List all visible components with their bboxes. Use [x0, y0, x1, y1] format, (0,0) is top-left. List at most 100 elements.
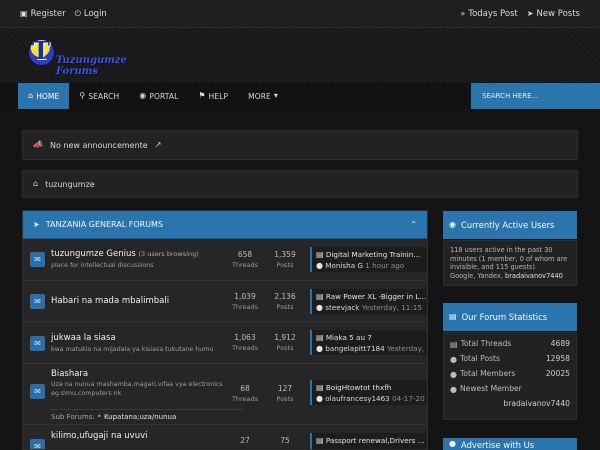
last-post-title[interactable]: Digital Marketing Trainin...	[326, 250, 420, 259]
category-header[interactable]: ➤ TANZANIA GENERAL FORUMS ⌃	[23, 211, 427, 239]
thread-count: 1,039 Threads	[225, 292, 265, 312]
globe-icon: ◉	[139, 91, 147, 100]
document-icon: ▤	[316, 250, 324, 259]
active-member-link[interactable]: bradaivanov7440	[505, 272, 563, 280]
home-icon: ⌂	[28, 91, 34, 100]
logo-letter: T	[32, 36, 50, 65]
double-chevron-right-icon: »	[460, 8, 466, 18]
subforums-label: Sub Forums:	[51, 413, 95, 421]
newest-member-link[interactable]: bradaivanov7440	[503, 400, 570, 409]
last-post[interactable]: ▤ Passport renewal,Drivers ...	[310, 433, 427, 449]
browsing-count: (3 users browsing)	[138, 250, 199, 258]
last-post[interactable]: ▤ BoigHtowtot thxfh ● olaufrancesy1463 0…	[310, 380, 427, 405]
stat-members-label: Total Members	[459, 369, 516, 379]
power-icon: ⏻	[74, 8, 81, 18]
active-users-list: Google, Yandex, bradaivanov7440	[450, 272, 570, 281]
threads-label: Threads	[231, 261, 259, 269]
subforum-link[interactable]: Kupatana;uza/nunua	[104, 413, 176, 421]
user-icon: ●	[316, 261, 323, 270]
stat-threads-label: Total Threads	[460, 339, 512, 349]
last-post[interactable]: ▤ Miaka 5 au 7 ● bangelapitt7184 Yesterd…	[310, 330, 427, 355]
site-logo[interactable]: T Tuzungumze Forums	[26, 36, 146, 77]
last-post[interactable]: ▤ Raw Power XL -Bigger in L... ● steevja…	[310, 289, 427, 314]
stat-members: ● Total Members 20025	[450, 367, 570, 382]
nav-portal[interactable]: ◉ PORTAL	[129, 83, 188, 109]
stat-newest: ● Newest Member	[450, 382, 570, 397]
post-count-value: 1,359	[274, 250, 296, 259]
new-posts-link[interactable]: ➤ New Posts	[527, 9, 580, 19]
forum-title[interactable]: Habari na mada mbalimbali	[51, 296, 169, 306]
thread-count-value: 68	[240, 384, 250, 393]
home-icon[interactable]: ⌂	[33, 180, 38, 188]
collapse-icon[interactable]: ⌃	[410, 220, 417, 229]
statistics-header: ▤ Our Forum Statistics	[443, 303, 577, 331]
document-icon: ▤	[316, 436, 324, 445]
forum-title[interactable]: jukwaa la siasa	[51, 333, 116, 343]
nav-more[interactable]: MORE ▾	[238, 83, 288, 109]
post-count: 75	[265, 436, 305, 446]
forum-icon: ✉	[30, 439, 45, 449]
last-post-title[interactable]: Raw Power XL -Bigger in L...	[326, 292, 426, 301]
category-title: TANZANIA GENERAL FORUMS	[45, 220, 164, 229]
thread-count-value: 1,063	[234, 333, 256, 342]
forum-row: ✉ Biashara Uza na nunua mashamba,magari,…	[23, 364, 427, 425]
login-label: Login	[83, 8, 107, 19]
threads-label: Threads	[231, 395, 259, 403]
login-link[interactable]: ⏻ Login	[75, 9, 107, 19]
post-count-value: 75	[280, 436, 290, 445]
thread-count: 27	[225, 436, 265, 446]
caret-down-icon: ▾	[273, 91, 278, 100]
arrow-circle-icon: ➤	[33, 219, 40, 229]
nav-search[interactable]: ⚲ SEARCH	[69, 83, 129, 109]
statistics-title: Our Forum Statistics	[461, 312, 548, 322]
active-users-header: ◉ Currently Active Users	[443, 211, 577, 239]
threads-label: Threads	[231, 303, 259, 311]
post-count-value: 127	[277, 384, 293, 393]
external-link-icon[interactable]: ↗	[155, 141, 162, 149]
forum-row: ✉ jukwaa la siasa kwa matukio na mijadal…	[23, 322, 427, 364]
stat-newest-label: Newest Member	[459, 384, 522, 394]
search-input[interactable]	[471, 83, 600, 109]
last-post-user[interactable]: olaufrancesy1463	[325, 394, 389, 403]
last-post-title[interactable]: BoigHtowtot thxfh	[326, 383, 391, 392]
posts-label: Posts	[276, 344, 294, 352]
forum-description: kwa matukio na mijadala ya kisiasa tukut…	[51, 346, 214, 353]
breadcrumb: ⌂ tuzungumze	[22, 170, 578, 198]
bullet-icon: •	[96, 412, 102, 421]
stat-members-value: 20025	[545, 369, 570, 379]
post-count: 127 Posts	[265, 384, 305, 404]
forum-description: place for intellectual discussions	[51, 262, 154, 269]
last-post-date: 1 hour ago	[365, 261, 405, 270]
last-post-user[interactable]: bangelapitt7184	[325, 344, 384, 353]
thread-count: 658 Threads	[225, 250, 265, 270]
site-header: T Tuzungumze Forums	[0, 28, 600, 82]
bullhorn-icon: ●	[449, 439, 456, 448]
main-nav: ⌂ HOME ⚲ SEARCH ◉ PORTAL ⚑ HELP MORE ▾	[0, 83, 600, 109]
register-link[interactable]: ▣ Register	[20, 9, 66, 19]
post-count-value: 2,136	[274, 292, 296, 301]
last-post-user[interactable]: steevjack	[325, 303, 359, 312]
forum-title[interactable]: Biashara	[51, 369, 88, 379]
posts-label: Posts	[276, 395, 294, 403]
forum-icon: ✉	[30, 252, 45, 267]
last-post-title[interactable]: Miaka 5 au 7	[326, 333, 372, 342]
announcement-bar: 📣 No new announcemente ↗	[22, 130, 578, 160]
stat-threads: ▤ Total Threads 4689	[450, 337, 570, 352]
last-post-user[interactable]: Monisha G	[325, 261, 363, 270]
active-users-body: 118 users active in the past 30 minutes …	[443, 240, 577, 286]
new-posts-label: New Posts	[536, 8, 580, 19]
last-post[interactable]: ▤ Digital Marketing Trainin... ● Monisha…	[310, 247, 427, 272]
forum-title[interactable]: kilimo,ufugaji na uvuvi	[51, 431, 147, 441]
post-count: 2,136 Posts	[265, 292, 305, 312]
last-post-title[interactable]: Passport renewal,Drivers ...	[326, 436, 425, 445]
posts-label: Posts	[276, 261, 294, 269]
forum-title[interactable]: tuzungumze Genius (3 users browsing)	[51, 249, 199, 259]
nav-home[interactable]: ⌂ HOME	[18, 83, 70, 109]
nav-help[interactable]: ⚑ HELP	[188, 83, 238, 109]
forum-icon: ✉	[30, 384, 45, 399]
last-post-date: Yesterday, 11:15	[361, 303, 422, 312]
forum-row: ✉ Habari na mada mbalimbali 1,039 Threads…	[23, 281, 427, 322]
nav-home-label: HOME	[36, 91, 60, 101]
breadcrumb-item[interactable]: tuzungumze	[45, 180, 95, 189]
todays-post-link[interactable]: » Todays Post	[460, 9, 517, 19]
